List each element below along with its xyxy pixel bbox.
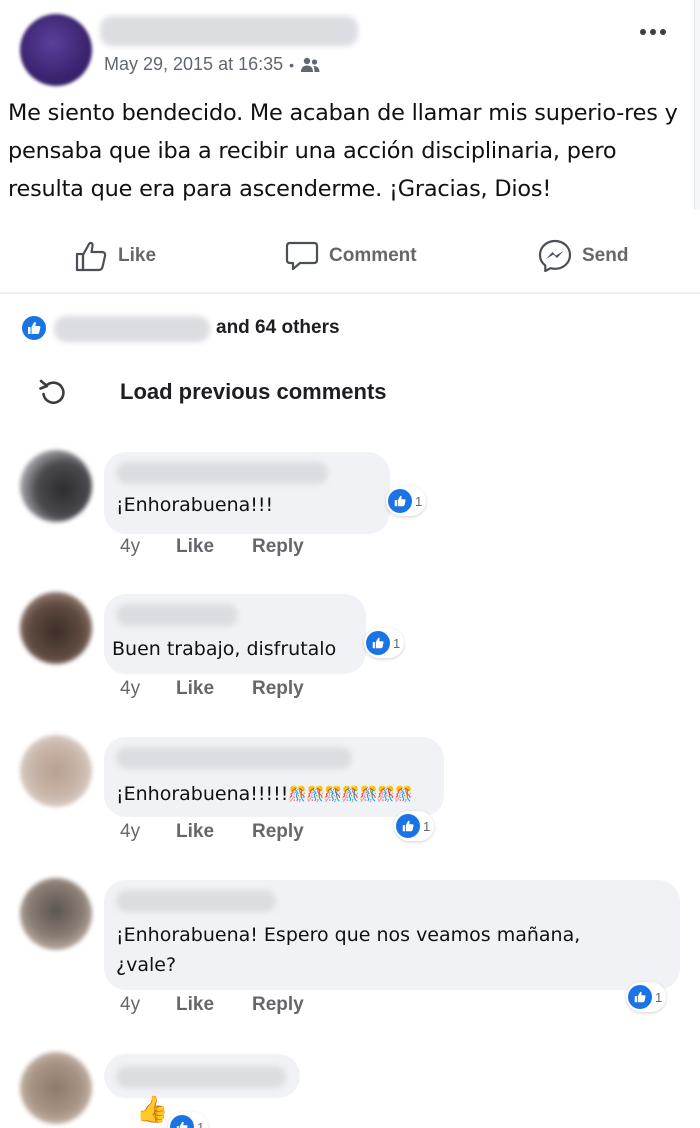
comment-text-line2: ¿vale?	[116, 954, 177, 976]
comment-bubble: Buen trabajo, disfrutalo	[104, 594, 366, 674]
reactions-count[interactable]: and 64 others	[216, 317, 340, 339]
comment-age: 4y	[120, 994, 141, 1015]
like-icon	[170, 1115, 194, 1128]
send-button[interactable]: Send	[538, 236, 628, 276]
send-label: Send	[582, 245, 629, 266]
like-icon	[396, 814, 420, 838]
post-author-name-redacted[interactable]	[100, 16, 358, 46]
reaction-count: 1	[197, 1119, 205, 1128]
comment-text-line1: ¡Enhorabuena! Espero que nos veamos maña…	[116, 924, 581, 946]
commenter-avatar[interactable]	[20, 735, 92, 807]
divider	[0, 292, 700, 294]
commenter-name-redacted[interactable]	[116, 462, 328, 484]
comment-age: 4y	[120, 678, 141, 699]
commenter-avatar[interactable]	[20, 878, 92, 950]
like-icon	[20, 314, 48, 342]
more-options-icon[interactable]	[640, 22, 670, 42]
commenter-avatar[interactable]	[20, 1052, 92, 1124]
comment-like-button[interactable]: Like	[176, 536, 252, 558]
reload-icon	[39, 379, 65, 404]
comment: ¡Enhorabuena!!!!!🎊🎊🎊🎊🎊🎊🎊 1 4y Like Reply	[0, 735, 700, 865]
comment-like-button[interactable]: Like	[176, 678, 252, 700]
comment-actions: 4y Like Reply	[120, 536, 304, 558]
comment: ¡Enhorabuena!!! 1 4y Like Reply	[0, 450, 700, 580]
comment-label: Comment	[329, 245, 417, 266]
comment-button[interactable]: Comment	[285, 236, 417, 276]
comment-age: 4y	[120, 536, 141, 557]
like-icon	[388, 489, 412, 513]
commenter-name-redacted[interactable]	[116, 890, 276, 912]
post-action-bar: Like Comment Send	[0, 226, 700, 286]
like-label: Like	[118, 245, 157, 266]
scrollbar[interactable]	[694, 0, 700, 210]
comment-like-button[interactable]: Like	[176, 821, 252, 843]
comment-reply-button[interactable]: Reply	[252, 821, 304, 843]
comment-actions: 4y Like Reply	[120, 994, 304, 1016]
thumbs-up-icon	[75, 241, 107, 272]
comment-emoji: 👍	[136, 1094, 169, 1124]
post-header: May 29, 2015 at 16:35 •	[0, 0, 700, 95]
comment-reaction[interactable]: 1	[364, 628, 405, 658]
comment: ¡Enhorabuena! Espero que nos veamos maña…	[0, 878, 700, 1038]
reaction-count: 1	[393, 635, 401, 651]
comment-bubble	[104, 1054, 300, 1098]
like-button[interactable]: Like	[74, 236, 156, 276]
comment-actions: 4y Like Reply	[120, 678, 304, 700]
commenter-avatar[interactable]	[20, 592, 92, 664]
comment-bubble: ¡Enhorabuena! Espero que nos veamos maña…	[104, 880, 680, 990]
comment-actions: 4y Like Reply	[120, 821, 304, 843]
reaction-count: 1	[423, 818, 431, 834]
post-text: Me siento bendecido. Me acaban de llamar…	[8, 100, 678, 202]
load-previous-label: Load previous comments	[120, 379, 387, 404]
comment: Buen trabajo, disfrutalo 1 4y Like Reply	[0, 592, 700, 722]
comment-reply-button[interactable]: Reply	[252, 678, 304, 700]
messenger-icon	[538, 239, 572, 273]
commenter-name-redacted[interactable]	[116, 604, 238, 626]
comment-text: Buen trabajo, disfrutalo	[112, 638, 337, 660]
comment-reaction[interactable]: 1	[386, 486, 427, 516]
comment-reply-button[interactable]: Reply	[252, 994, 304, 1016]
comment-bubble: ¡Enhorabuena!!!	[104, 452, 390, 534]
reactions-summary[interactable]: and 64 others	[20, 312, 340, 344]
reaction-count: 1	[415, 493, 423, 509]
post-meta: May 29, 2015 at 16:35 •	[104, 54, 320, 75]
comment-reply-button[interactable]: Reply	[252, 536, 304, 558]
load-previous-comments[interactable]: Load previous comments	[36, 372, 387, 412]
commenter-name-redacted[interactable]	[116, 1066, 286, 1088]
comment-text: ¡Enhorabuena!!!!!🎊🎊🎊🎊🎊🎊🎊	[116, 779, 413, 810]
comment-icon	[285, 241, 319, 271]
comment: 👍 1	[0, 1052, 700, 1128]
post-date[interactable]: May 29, 2015 at 16:35	[104, 54, 283, 75]
comment-reaction[interactable]: 1	[394, 811, 435, 841]
comment-reaction[interactable]: 1	[626, 982, 667, 1012]
comment-text-main: ¡Enhorabuena!!!!!	[116, 783, 289, 805]
comment-like-button[interactable]: Like	[176, 994, 252, 1016]
like-icon	[366, 631, 390, 655]
reactor-names-redacted[interactable]	[54, 314, 214, 342]
commenter-avatar[interactable]	[20, 450, 92, 522]
commenter-name-redacted[interactable]	[116, 747, 352, 769]
comment-text: ¡Enhorabuena!!!	[116, 494, 274, 516]
friends-icon[interactable]	[300, 57, 320, 73]
comment-bubble: ¡Enhorabuena!!!!!🎊🎊🎊🎊🎊🎊🎊	[104, 737, 444, 817]
post-author-avatar[interactable]	[20, 14, 92, 86]
meta-separator: •	[289, 56, 295, 73]
reaction-count: 1	[655, 989, 663, 1005]
comment-age: 4y	[120, 821, 141, 842]
comment-reaction[interactable]: 1	[168, 1112, 209, 1128]
confetti-emoji: 🎊🎊🎊🎊🎊🎊🎊	[288, 785, 413, 803]
like-icon	[628, 985, 652, 1009]
